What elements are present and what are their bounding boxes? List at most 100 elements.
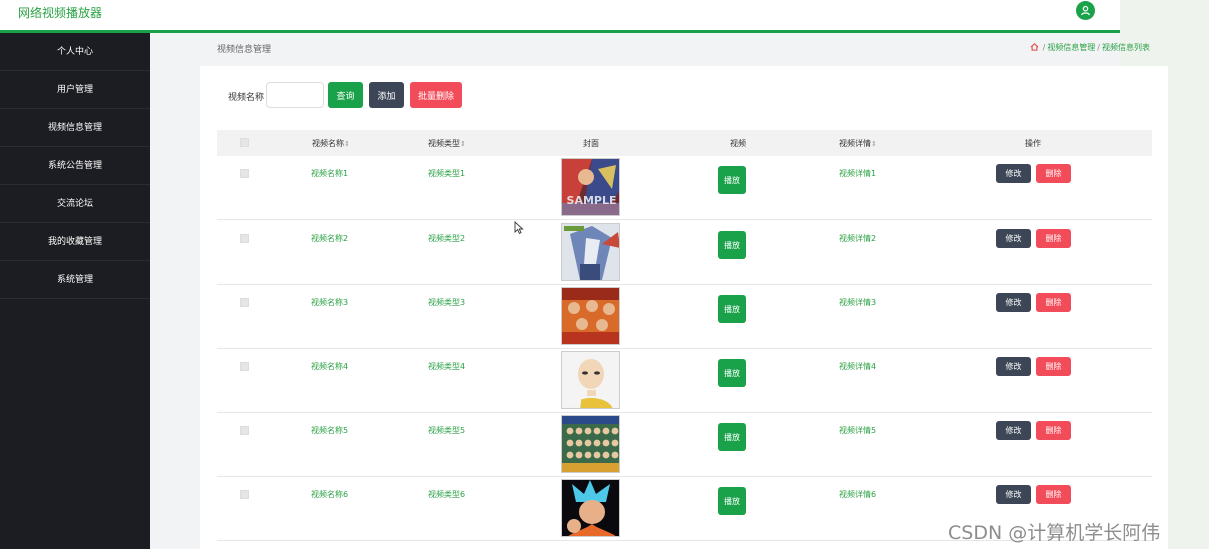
- header-video: 视频: [730, 139, 746, 148]
- video-name-cell[interactable]: 视频名称2: [311, 233, 348, 244]
- table-row: 视频名称5 视频类型5 播放 视频详情5 修改 删除: [217, 413, 1152, 477]
- row-checkbox[interactable]: [240, 234, 249, 243]
- video-type-cell[interactable]: 视频类型2: [428, 233, 465, 244]
- cover-sample-text: SAMPLE: [567, 194, 617, 207]
- table-row: 视频名称4 视频类型4 播放 视频详情4 修改 删除: [217, 349, 1152, 413]
- cover-image[interactable]: [561, 479, 620, 537]
- delete-button[interactable]: 删除: [1036, 357, 1071, 376]
- header-cover: 封面: [583, 139, 599, 148]
- play-button[interactable]: 播放: [718, 166, 746, 194]
- header-label: 视频类型: [428, 139, 460, 148]
- cover-image[interactable]: SAMPLE: [561, 158, 620, 216]
- sidebar-item-forum[interactable]: 交流论坛: [0, 185, 150, 223]
- app-title: 网络视频播放器: [18, 6, 103, 20]
- sidebar-item-favorites-management[interactable]: 我的收藏管理: [0, 223, 150, 261]
- sort-icon: ⇕: [460, 140, 466, 148]
- table-row: 视频名称2 视频类型2 播放 视频详情2 修改 删除: [217, 221, 1152, 285]
- delete-button[interactable]: 删除: [1036, 229, 1071, 248]
- video-type-cell[interactable]: 视频类型1: [428, 168, 465, 179]
- sidebar-item-label: 我的收藏管理: [47, 237, 102, 247]
- row-checkbox[interactable]: [240, 490, 249, 499]
- breadcrumb-item-video-info-list: 视频信息列表: [1102, 43, 1150, 52]
- select-all-checkbox[interactable]: [240, 138, 249, 147]
- edit-button[interactable]: 修改: [996, 357, 1031, 376]
- video-name-cell[interactable]: 视频名称6: [311, 489, 348, 500]
- main-panel: 视频名称 查询 添加 批量删除 视频名称⇕ 视频类型⇕ 封面 视频 视频详情⇕ …: [200, 66, 1168, 549]
- row-checkbox[interactable]: [240, 362, 249, 371]
- delete-button[interactable]: 删除: [1036, 421, 1071, 440]
- video-detail-cell[interactable]: 视频详情2: [839, 233, 876, 244]
- cover-image[interactable]: [561, 223, 620, 281]
- breadcrumb-item-video-info-management[interactable]: 视频信息管理: [1047, 43, 1095, 52]
- delete-button[interactable]: 删除: [1036, 164, 1071, 183]
- video-detail-cell[interactable]: 视频详情4: [839, 361, 876, 372]
- video-name-cell[interactable]: 视频名称1: [311, 168, 348, 179]
- sidebar-item-label: 个人中心: [56, 47, 93, 57]
- delete-button[interactable]: 删除: [1036, 293, 1071, 312]
- header-actions: 操作: [1025, 139, 1041, 148]
- video-type-cell[interactable]: 视频类型5: [428, 425, 465, 436]
- home-icon[interactable]: [1030, 43, 1039, 53]
- play-button[interactable]: 播放: [718, 423, 746, 451]
- edit-button[interactable]: 修改: [996, 485, 1031, 504]
- video-type-cell[interactable]: 视频类型3: [428, 297, 465, 308]
- delete-button[interactable]: 删除: [1036, 485, 1071, 504]
- header-label: 视频详情: [839, 139, 871, 148]
- header-video-detail[interactable]: 视频详情⇕: [839, 138, 877, 149]
- sort-icon: ⇕: [344, 140, 350, 148]
- cover-image[interactable]: [561, 415, 620, 473]
- row-checkbox[interactable]: [240, 169, 249, 178]
- video-type-cell[interactable]: 视频类型4: [428, 361, 465, 372]
- sidebar-item-label: 用户管理: [56, 85, 93, 95]
- sort-icon: ⇕: [871, 140, 877, 148]
- add-button[interactable]: 添加: [369, 82, 404, 108]
- table-row: 视频名称3 视频类型3 播放 视频详情3 修改 删除: [217, 285, 1152, 349]
- header-video-name[interactable]: 视频名称⇕: [312, 138, 350, 149]
- video-detail-cell[interactable]: 视频详情1: [839, 168, 876, 179]
- cover-image[interactable]: [561, 287, 620, 345]
- watermark: CSDN @计算机学长阿伟: [948, 522, 1161, 544]
- video-name-cell[interactable]: 视频名称5: [311, 425, 348, 436]
- sidebar-item-label: 交流论坛: [56, 199, 93, 209]
- edit-button[interactable]: 修改: [996, 164, 1031, 183]
- mouse-cursor-icon: [514, 220, 524, 237]
- table-row: 视频名称1 视频类型1 SAMPLE 播放 视频详情1 修改 删除: [217, 156, 1152, 220]
- search-label: 视频名称: [228, 93, 265, 103]
- header-video-type[interactable]: 视频类型⇕: [428, 138, 466, 149]
- edit-button[interactable]: 修改: [996, 421, 1031, 440]
- breadcrumb: / 视频信息管理 / 视频信息列表: [1030, 42, 1150, 53]
- video-name-cell[interactable]: 视频名称4: [311, 361, 348, 372]
- sidebar-item-user-management[interactable]: 用户管理: [0, 71, 150, 109]
- user-avatar-icon[interactable]: [1076, 1, 1095, 20]
- sidebar-item-label: 系统公告管理: [47, 161, 102, 171]
- table-header: 视频名称⇕ 视频类型⇕ 封面 视频 视频详情⇕ 操作: [217, 130, 1152, 156]
- header-label: 视频名称: [312, 139, 344, 148]
- play-button[interactable]: 播放: [718, 295, 746, 323]
- top-header: 网络视频播放器: [0, 0, 1120, 33]
- sidebar-item-system-management[interactable]: 系统管理: [0, 261, 150, 299]
- batch-delete-button[interactable]: 批量删除: [410, 82, 462, 108]
- video-type-cell[interactable]: 视频类型6: [428, 489, 465, 500]
- sidebar-item-label: 系统管理: [56, 275, 93, 285]
- video-detail-cell[interactable]: 视频详情3: [839, 297, 876, 308]
- row-checkbox[interactable]: [240, 298, 249, 307]
- page-title: 视频信息管理: [217, 45, 272, 55]
- video-detail-cell[interactable]: 视频详情6: [839, 489, 876, 500]
- query-button[interactable]: 查询: [328, 82, 363, 108]
- row-checkbox[interactable]: [240, 426, 249, 435]
- sidebar-item-announcement-management[interactable]: 系统公告管理: [0, 147, 150, 185]
- play-button[interactable]: 播放: [718, 487, 746, 515]
- breadcrumb-bar: 视频信息管理 / 视频信息管理 / 视频信息列表: [200, 36, 1168, 60]
- play-button[interactable]: 播放: [718, 231, 746, 259]
- edit-button[interactable]: 修改: [996, 293, 1031, 312]
- edit-button[interactable]: 修改: [996, 229, 1031, 248]
- sidebar-item-video-info-management[interactable]: 视频信息管理: [0, 109, 150, 147]
- video-name-search-input[interactable]: [266, 82, 324, 108]
- sidebar-item-label: 视频信息管理: [47, 123, 102, 133]
- play-button[interactable]: 播放: [718, 359, 746, 387]
- video-detail-cell[interactable]: 视频详情5: [839, 425, 876, 436]
- cover-image[interactable]: [561, 351, 620, 409]
- sidebar: 个人中心 用户管理 视频信息管理 系统公告管理 交流论坛 我的收藏管理 系统管理: [0, 33, 150, 549]
- sidebar-item-personal-center[interactable]: 个人中心: [0, 33, 150, 71]
- video-name-cell[interactable]: 视频名称3: [311, 297, 348, 308]
